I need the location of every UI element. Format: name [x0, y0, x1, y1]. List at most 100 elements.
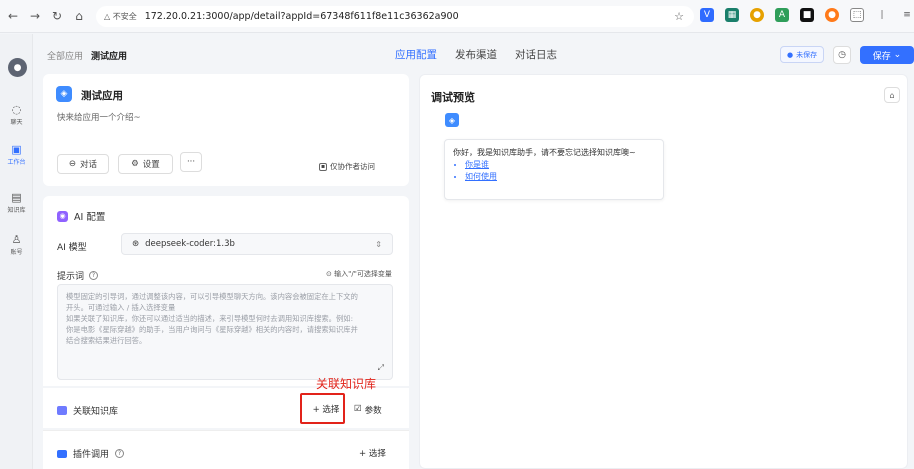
back-icon[interactable]: ← [4, 7, 22, 25]
openai-logo-icon: ⊛ [132, 239, 140, 249]
extension-grid-icon[interactable]: ▦ [725, 8, 739, 22]
annotation-highlight-box [300, 393, 345, 424]
quick-question-link[interactable]: 如何使用 [465, 171, 655, 183]
tab-publish-channel[interactable]: 发布渠道 [455, 47, 497, 62]
url-text: 172.20.0.21:3000/app/detail?appId=67348f… [144, 11, 459, 22]
tab-chat-logs[interactable]: 对话日志 [515, 47, 557, 62]
robot-icon: ▣ [11, 143, 22, 156]
database-icon [57, 406, 67, 415]
prompt-placeholder-line: 开头。可通过输入 / 插入选择变量 [66, 303, 176, 312]
database-icon: ▤ [11, 191, 22, 204]
prompt-placeholder-line: 模型固定的引导词，通过调整该内容，可以引导模型聊天方向。该内容会被固定在上下文的 [66, 292, 358, 301]
rail-item-chat[interactable]: ◌ 聊天 [0, 103, 33, 127]
plugin-icon [57, 449, 67, 458]
lock-icon: ▪ [319, 162, 327, 171]
app-description: 快来给应用一个介绍~ [57, 113, 141, 123]
save-label: 保存 [872, 51, 891, 62]
quick-question-link[interactable]: 你是谁 [465, 159, 655, 171]
model-label: AI 模型 [57, 243, 87, 253]
bot-avatar-icon: ◈ [445, 113, 459, 127]
reload-icon[interactable]: ↻ [48, 7, 66, 25]
debug-preview-panel: 调试预览 ⌂ ◈ 你好，我是知识库助手，请不要忘记选择知识库噢~ 你是谁 如何使… [419, 74, 908, 469]
unsaved-text: 未保存 [796, 50, 818, 59]
rail-item-workspace[interactable]: ▣ 工作台 [0, 143, 33, 167]
bot-greeting: 你好，我是知识库助手，请不要忘记选择知识库噢~ [453, 148, 636, 157]
extensions-puzzle-icon[interactable]: ⬚ [850, 8, 864, 22]
unsaved-badge: ● 未保存 [780, 46, 825, 63]
plugin-title-label: 插件调用 [73, 450, 110, 460]
settings-label: 设置 [142, 160, 160, 170]
breadcrumb-root[interactable]: 全部应用 [47, 52, 83, 62]
history-clock-icon[interactable]: ◷ [833, 46, 851, 64]
rail-label: 账号 [10, 249, 23, 256]
help-icon[interactable]: ? [115, 449, 125, 458]
knowledge-base-row: 关联知识库 + 选择 ☑ 参数 [43, 388, 409, 428]
separator-icon: | [880, 10, 884, 20]
chat-button[interactable]: ⊖ 对话 [57, 154, 109, 174]
app-name: 测试应用 [81, 90, 123, 102]
model-value: deepseek-coder:1.3b [145, 239, 235, 249]
model-select[interactable]: ⊛ deepseek-coder:1.3b ⇕ [121, 233, 393, 255]
collaborator-access[interactable]: ▪ 仅协作者访问 [319, 161, 375, 172]
gear-icon: ⚙ [131, 159, 139, 169]
rail-label: 聊天 [10, 119, 23, 126]
prompt-textarea[interactable]: 模型固定的引导词，通过调整该内容，可以引导模型聊天方向。该内容会被固定在上下文的… [57, 284, 393, 380]
extension-circle-icon[interactable]: ● [750, 8, 764, 22]
extension-a-icon[interactable]: A [775, 8, 789, 22]
ai-config-label: AI 配置 [74, 212, 106, 223]
prompt-placeholder-line: 如果关联了知识库，你还可以通过适当的描述，来引导模型何时去调用知识库搜索。例如: [66, 314, 354, 323]
breadcrumb: 全部应用 测试应用 [47, 49, 127, 62]
app-info-card: ◈ 测试应用 快来给应用一个介绍~ ⊖ 对话 ⚙ 设置 ··· ▪ 仅协作者访问 [43, 74, 409, 186]
user-avatar[interactable]: ● [8, 58, 27, 77]
kb-title-label: 关联知识库 [73, 407, 119, 417]
variable-hint-text: 输入"/"可选择变量 [334, 270, 392, 278]
kb-params-button[interactable]: ☑ 参数 [354, 404, 382, 416]
header-tabs: 应用配置 发布渠道 对话日志 [395, 47, 557, 62]
debug-title: 调试预览 [431, 91, 475, 104]
help-icon[interactable]: ? [89, 271, 99, 280]
bookmark-star-icon[interactable]: ☆ [674, 10, 684, 23]
annotation-label: 关联知识库 [316, 377, 377, 391]
plugin-select-button[interactable]: + 选择 [359, 447, 386, 459]
more-dots-icon: ··· [186, 157, 196, 167]
ai-config-section: ◉ AI 配置 AI 模型 ⊛ deepseek-coder:1.3b ⇕ 提示… [43, 196, 409, 386]
bot-message: 你好，我是知识库助手，请不要忘记选择知识库噢~ 你是谁 如何使用 [444, 139, 664, 200]
rail-item-knowledge[interactable]: ▤ 知识库 [0, 191, 33, 215]
rail-item-account[interactable]: ♙ 账号 [0, 234, 33, 257]
edit-params-icon: ☑ [354, 404, 362, 414]
rail-label: 工作台 [7, 159, 26, 166]
extension-box-icon[interactable]: ■ [800, 8, 814, 22]
home-icon[interactable]: ⌂ [70, 7, 88, 25]
prompt-label: 提示词 [57, 272, 85, 282]
menu-icon[interactable]: ≡ [900, 8, 914, 22]
extension-v-icon[interactable]: V [700, 8, 714, 22]
chat-label: 对话 [80, 160, 98, 170]
browser-toolbar: ← → ↻ ⌂ △ 不安全 172.20.0.21:3000/app/detai… [0, 0, 914, 33]
robot-icon: ◉ [57, 210, 68, 222]
plugin-title: 插件调用 ? [57, 447, 125, 460]
collab-label: 仅协作者访问 [330, 162, 375, 171]
params-label: 参数 [364, 406, 382, 416]
address-bar[interactable]: △ 不安全 172.20.0.21:3000/app/detail?appId=… [96, 6, 694, 27]
chat-icon: ◌ [11, 103, 22, 116]
prompt-label-row: 提示词 ? [57, 269, 99, 282]
clear-chat-icon[interactable]: ⌂ [884, 87, 900, 103]
ai-config-title: ◉ AI 配置 [57, 209, 105, 223]
expand-icon[interactable]: ⤢ [378, 362, 384, 373]
more-button[interactable]: ··· [180, 152, 202, 172]
prompt-placeholder-line: 结合搜索结果进行回答。 [66, 336, 147, 345]
save-button[interactable]: 保存 ⌄ [860, 46, 914, 64]
app-header: 全部应用 测试应用 应用配置 发布渠道 对话日志 ● 未保存 ◷ 保存 ⌄ [33, 34, 914, 74]
tab-app-config[interactable]: 应用配置 [395, 47, 437, 62]
rail-label: 知识库 [7, 207, 26, 214]
insecure-label: 不安全 [112, 12, 137, 21]
prompt-placeholder-line: 你是电影《星际穿越》的助手，当用户询问与《星际穿越》相关的内容时，请搜索知识库并 [66, 325, 358, 334]
insecure-warning[interactable]: △ 不安全 [104, 11, 137, 22]
chat-bubble-icon: ⊖ [68, 159, 77, 169]
forward-icon[interactable]: → [26, 7, 44, 25]
chevron-updown-icon: ⇕ [375, 239, 382, 249]
extension-orange-icon[interactable]: ● [825, 8, 839, 22]
kb-title: 关联知识库 [57, 404, 118, 417]
settings-button[interactable]: ⚙ 设置 [118, 154, 173, 174]
app-logo-icon: ◈ [56, 86, 72, 102]
